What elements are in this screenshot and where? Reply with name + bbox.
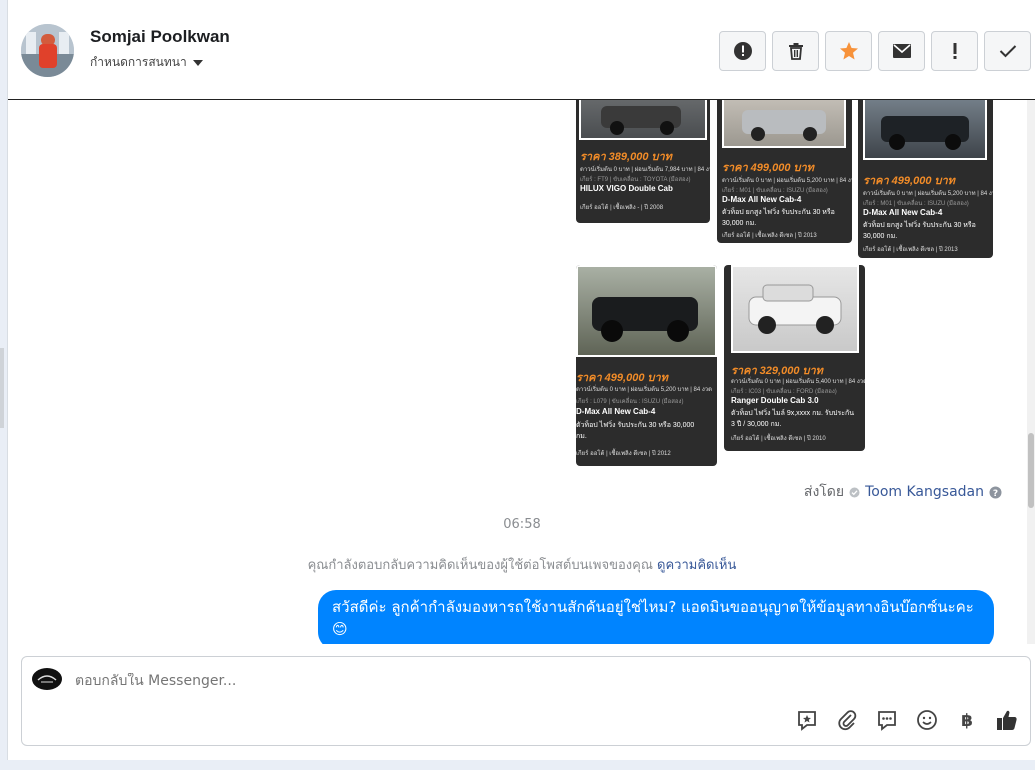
page-avatar [32, 668, 62, 690]
baht-payment-icon[interactable]: ฿ [954, 707, 980, 733]
help-icon[interactable]: ? [989, 486, 1002, 499]
listing-finance: ดาวน์เริ่มต้น 0 บาท | ผ่อนเริ่มต้น 7,984… [580, 167, 710, 173]
thread-scrollbar[interactable] [1027, 100, 1035, 644]
star-button[interactable] [825, 31, 872, 71]
sent-by-label: ส่งโดย Toom Kangsadan ? [804, 481, 1002, 503]
listing-finance: ดาวน์เริ่มต้น 0 บาท | ผ่อนเริ่มต้น 5,200… [863, 191, 993, 197]
listing-model: Ranger Double Cab 3.0 [731, 396, 819, 405]
emoji-icon[interactable] [914, 707, 940, 733]
car-photo [579, 100, 707, 140]
assign-label: กำหนดการสนทนา [90, 55, 187, 69]
car-photo [576, 265, 717, 357]
listing-info: เกียร์ : IC03 | ขับเคลื่อน : FORD (มือสอ… [731, 389, 837, 395]
mark-spam-button[interactable] [719, 31, 766, 71]
listing-info: เกียร์ : M01 | ขับเคลื่อน : ISUZU (มือสอ… [722, 188, 828, 194]
listing-finance: ดาวน์เริ่มต้น 0 บาท | ผ่อนเริ่มต้น 5,200… [576, 387, 713, 393]
listing-card[interactable]: ราคา 499,000 บาท ดาวน์เริ่มต้น 0 บาท | ผ… [576, 265, 717, 466]
listing-footer: เกียร์ ออโต้ | เชื้อเพลิง ดีเซล | ปี 201… [576, 451, 671, 457]
thumbs-up-icon[interactable] [994, 707, 1020, 733]
header-toolbar [719, 31, 1031, 71]
caret-down-icon [192, 59, 203, 66]
left-edge-scrollbar [0, 348, 4, 428]
mark-unread-button[interactable] [878, 31, 925, 71]
exclamation-icon [953, 43, 956, 59]
listing-info: เกียร์ : L079 | ขับเคลื่อน : ISUZU (มือส… [576, 399, 684, 405]
envelope-icon [892, 44, 911, 58]
comment-reply-notice: คุณกำลังตอบกลับความคิดเห็นของผู้ใช้ต่อโพ… [8, 554, 1035, 575]
delete-button[interactable] [772, 31, 819, 71]
listing-model: HILUX VIGO Double Cab [580, 184, 673, 193]
outgoing-message-bubble: สวัสดีค่ะ ลูกค้ากำลังมองหารถใช้งานสักคัน… [318, 590, 994, 644]
avatar[interactable] [21, 24, 74, 77]
listing-model: D-Max All New Cab-4 [576, 407, 656, 416]
listing-model: D-Max All New Cab-4 [863, 208, 943, 217]
listing-footer: เกียร์ ออโต้ | เชื้อเพลิง ดีเซล | ปี 201… [722, 233, 817, 239]
verified-check-icon [849, 487, 860, 497]
sender-name[interactable]: Toom Kangsadan [865, 484, 984, 500]
listing-model: D-Max All New Cab-4 [722, 195, 802, 204]
listing-description: ตัวท็อป ไฟวิ่ง รับประกัน 30 หรือ 30,000 … [576, 422, 695, 440]
conversation-header: Somjai Poolkwan กำหนดการสนทนา [8, 0, 1035, 100]
listing-card[interactable]: ราคา 389,000 บาท ดาวน์เริ่มต้น 0 บาท | ผ… [576, 100, 710, 223]
listing-card[interactable]: ราคา 329,000 บาท ดาวน์เริ่มต้น 0 บาท | ผ… [724, 265, 865, 451]
composer-toolbar: ฿ [794, 707, 1020, 733]
message-thread: ราคา 389,000 บาท ดาวน์เริ่มต้น 0 บาท | ผ… [8, 100, 1035, 644]
contact-name: Somjai Poolkwan [90, 27, 230, 46]
listing-finance: ดาวน์เริ่มต้น 0 บาท | ผ่อนเริ่มต้น 5,400… [731, 379, 865, 385]
listing-price: ราคา 499,000 บาท [722, 162, 814, 174]
notice-text: คุณกำลังตอบกลับความคิดเห็นของผู้ใช้ต่อโพ… [307, 558, 653, 573]
reply-composer: ฿ [21, 656, 1031, 746]
listing-info: เกียร์ : FT9 | ขับเคลื่อน : TOYOTA (มือส… [580, 177, 691, 183]
listing-footer: เกียร์ ออโต้ | เชื้อเพลิง - | ปี 2008 [580, 205, 664, 211]
listing-footer: เกียร์ ออโต้ | เชื้อเพลิง ดีเซล | ปี 201… [731, 436, 826, 442]
svg-text:?: ? [993, 489, 998, 499]
saved-reply-icon[interactable] [794, 707, 820, 733]
reply-input[interactable] [75, 673, 775, 689]
svg-text:฿: ฿ [961, 711, 973, 731]
car-photo [731, 265, 859, 353]
message-timestamp: 06:58 [503, 517, 541, 532]
assign-conversation-dropdown[interactable]: กำหนดการสนทนา [90, 53, 203, 72]
conversation-window: Somjai Poolkwan กำหนดการสนทนา ราคา 389,0… [7, 0, 1035, 760]
listing-finance: ดาวน์เริ่มต้น 0 บาท | ผ่อนเริ่มต้น 5,200… [722, 178, 852, 184]
quick-reply-icon[interactable] [874, 707, 900, 733]
listing-description: ตัวท็อป ยกสูง ไฟวิ่ง รับประกัน 30 หรือ 3… [863, 222, 976, 240]
attach-icon[interactable] [834, 707, 860, 733]
car-photo [722, 100, 846, 148]
check-icon [999, 45, 1016, 58]
star-icon [839, 42, 858, 60]
listing-price: ราคา 389,000 บาท [580, 151, 672, 163]
listing-footer: เกียร์ ออโต้ | เชื้อเพลิง ดีเซล | ปี 201… [863, 247, 958, 253]
listing-card[interactable]: ราคา 499,000 บาท ดาวน์เริ่มต้น 0 บาท | ผ… [717, 100, 852, 243]
trash-icon [788, 43, 803, 60]
view-comment-link[interactable]: ดูความคิดเห็น [657, 558, 736, 573]
listing-card[interactable]: ราคา 499,000 บาท ดาวน์เริ่มต้น 0 บาท | ผ… [858, 100, 993, 258]
mark-done-button[interactable] [984, 31, 1031, 71]
sent-by-text: ส่งโดย [803, 484, 845, 500]
follow-up-button[interactable] [931, 31, 978, 71]
listing-price: ราคา 499,000 บาท [863, 175, 955, 187]
alert-circle-icon [733, 42, 752, 60]
listing-description: ตัวท็อป ยกสูง ไฟวิ่ง รับประกัน 30 หรือ 3… [722, 209, 835, 227]
scrollbar-thumb[interactable] [1028, 433, 1034, 508]
car-photo [863, 100, 987, 160]
listing-description: ตัวท็อป ไฟวิ่ง ไมล์ 9x,xxxx กม. รับประกั… [731, 410, 855, 428]
listing-info: เกียร์ : M01 | ขับเคลื่อน : ISUZU (มือสอ… [863, 201, 969, 207]
